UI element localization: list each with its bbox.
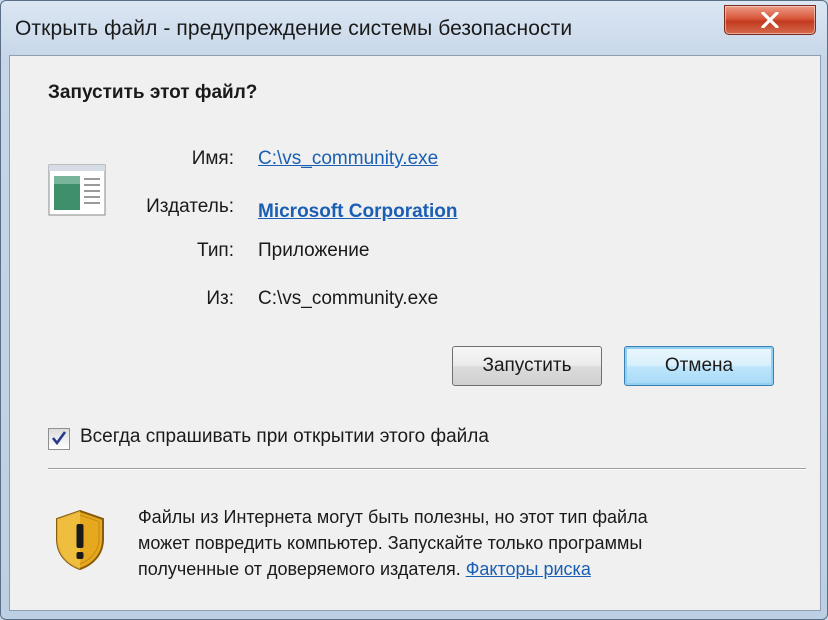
warning-line-3: полученные от доверяемого издателя. Факт… bbox=[138, 556, 778, 582]
warning-line-2: может повредить компьютер. Запускайте то… bbox=[138, 533, 643, 553]
divider bbox=[48, 468, 806, 470]
checkmark-icon bbox=[51, 431, 67, 446]
from-label: Из: bbox=[206, 288, 234, 309]
type-value: Приложение bbox=[258, 240, 370, 261]
close-icon bbox=[761, 12, 779, 28]
warning-line-1: Файлы из Интернета могут быть полезны, н… bbox=[138, 507, 648, 527]
dialog-question: Запустить этот файл? bbox=[48, 82, 258, 103]
type-label: Тип: bbox=[197, 240, 234, 261]
dialog-body: Запустить этот файл? Имя: C:\vs_communit… bbox=[9, 55, 821, 611]
title-bar[interactable]: Открыть файл - предупреждение системы бе… bbox=[1, 1, 827, 53]
window-title: Открыть файл - предупреждение системы бе… bbox=[15, 17, 573, 40]
name-label: Имя: bbox=[191, 148, 234, 169]
risk-factors-link[interactable]: Факторы риска bbox=[466, 559, 591, 579]
file-name-link[interactable]: C:\vs_community.exe bbox=[258, 148, 438, 169]
run-button[interactable]: Запустить bbox=[452, 346, 602, 386]
close-button[interactable] bbox=[724, 5, 816, 35]
cancel-button[interactable]: Отмена bbox=[624, 346, 774, 386]
security-shield-icon bbox=[56, 509, 104, 571]
warning-line-3-text: полученные от доверяемого издателя. bbox=[138, 559, 461, 579]
security-warning-dialog: Открыть файл - предупреждение системы бе… bbox=[0, 0, 828, 620]
publisher-label: Издатель: bbox=[146, 196, 234, 217]
warning-text: Файлы из Интернета могут быть полезны, н… bbox=[138, 504, 778, 582]
from-value: C:\vs_community.exe bbox=[258, 288, 439, 309]
always-ask-checkbox[interactable] bbox=[48, 428, 70, 450]
always-ask-label[interactable]: Всегда спрашивать при открытии этого фай… bbox=[80, 426, 489, 448]
publisher-link[interactable]: Microsoft Corporation bbox=[258, 201, 458, 222]
